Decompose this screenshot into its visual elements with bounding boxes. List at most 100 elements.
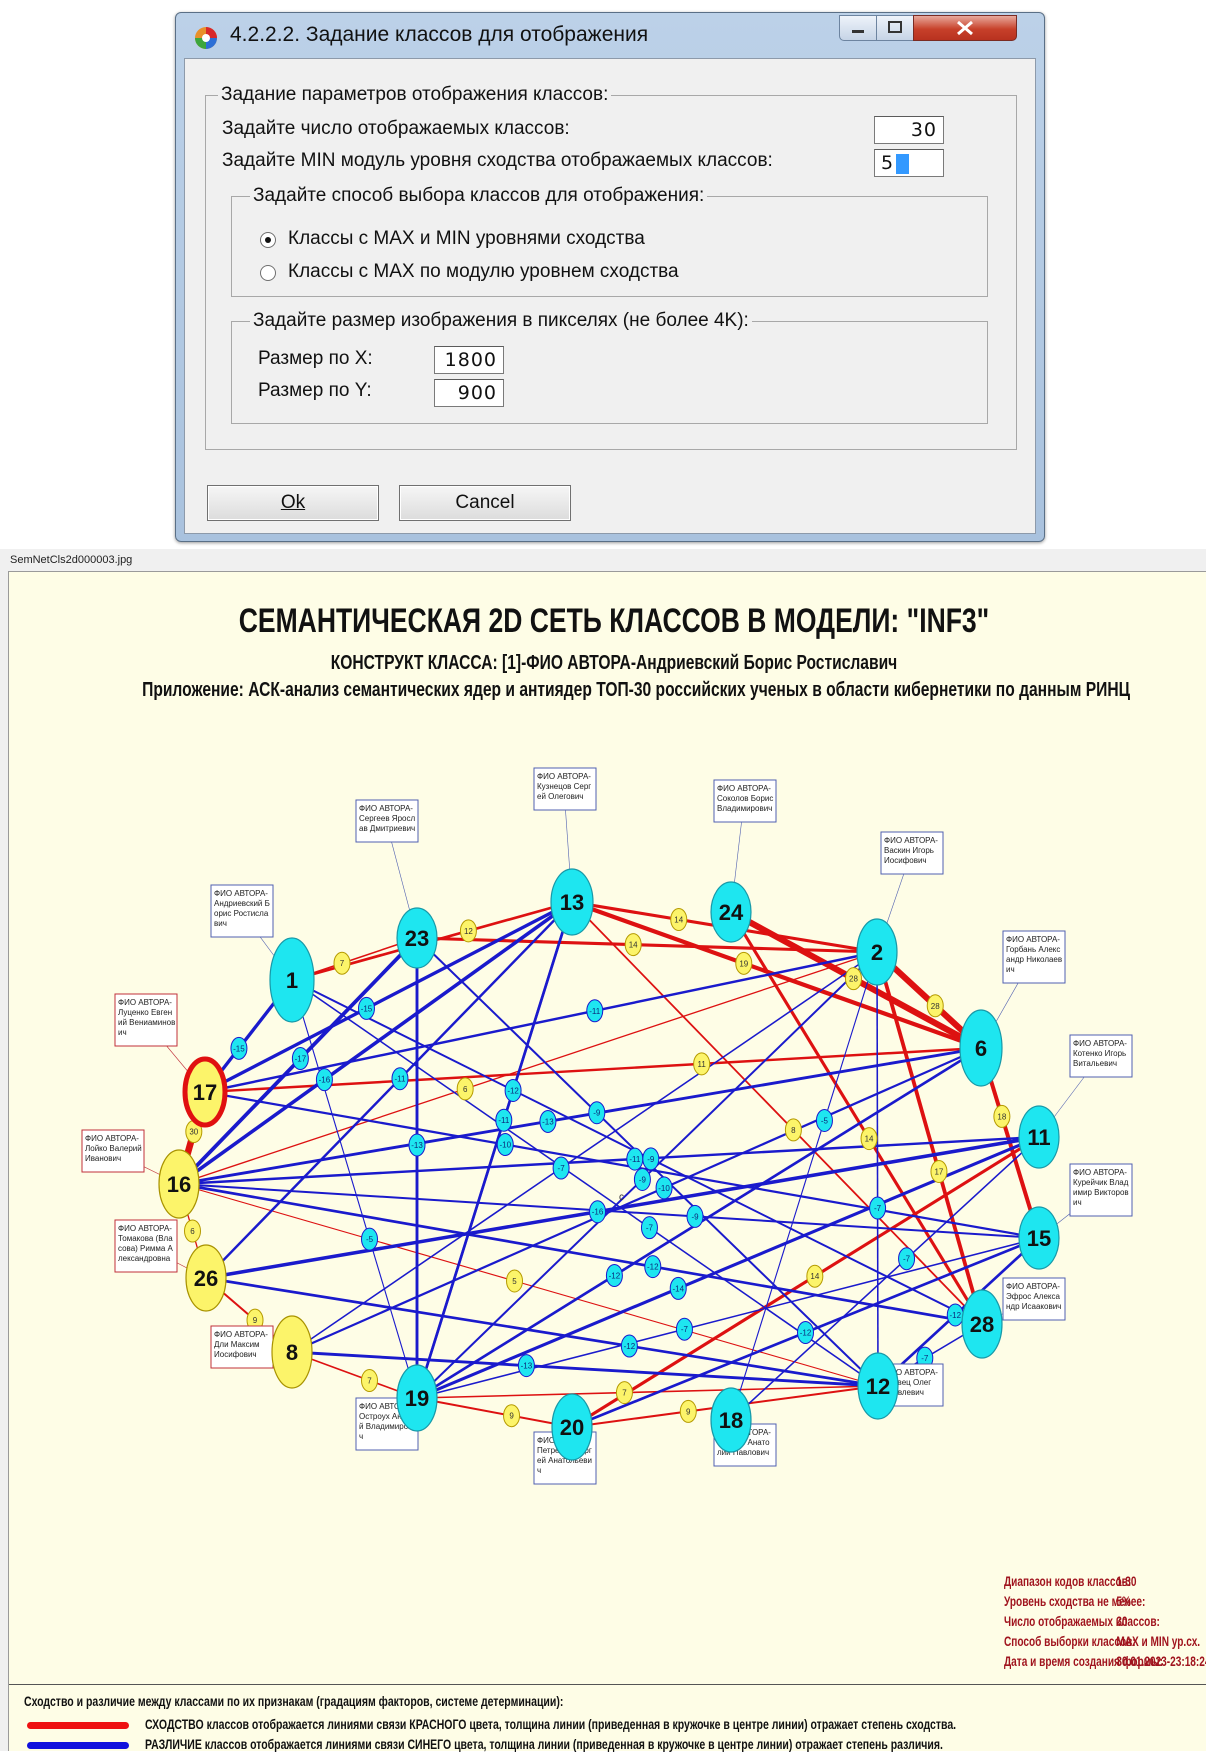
node-labels-layer: ФИО АВТОРА-Андриевский Борис Ростиславич… [81,767,1133,1485]
edge-weight-label: 6 [463,1085,468,1094]
edge-weight-label: 18 [997,1112,1006,1121]
edge-weight-label: -10 [658,1184,670,1193]
radio-max-min[interactable] [260,232,276,248]
edge-weight-label: 14 [674,916,683,925]
size-x-input[interactable]: 1800 [434,346,504,374]
title-bar[interactable]: 4.2.2.2. Задание классов для отображения [176,13,1044,57]
count-input[interactable]: 30 [874,116,944,144]
edge-weight-label: 28 [931,1002,940,1011]
edge-weight-label: 12 [464,927,473,936]
info-level: Уровень сходства не менее: 5% [1004,1593,1146,1609]
center-mark: c [619,1192,624,1203]
cancel-button[interactable]: Cancel [399,485,571,521]
edge-weight-label: 7 [340,959,345,968]
edge-weight-label: -7 [903,1255,911,1264]
radio-max-abs-label[interactable]: Классы с MAX по модулю уровнем сходства [288,261,679,283]
node-label-text: ч [359,1432,363,1441]
close-button[interactable] [913,15,1017,41]
edge-weight-label: 9 [253,1316,258,1325]
edge-weight-label: -11 [589,1007,601,1016]
node-label-text: Иванович [85,1154,121,1163]
info-count: Число отображаемых классов: 30 [1004,1613,1160,1629]
difference-edge-16-28 [178,1182,983,1326]
ok-button[interactable]: Ok [207,485,379,521]
difference-edge-17-15 [204,1090,1040,1240]
edge-weight-label: -17 [295,1055,307,1064]
method-group-legend: Задайте способ выбора классов для отобра… [250,185,708,207]
difference-edge-8-12 [291,1350,879,1388]
legend-blue-text: РАЗЛИЧИЕ классов отображается линиями св… [145,1736,943,1752]
node-label-text: ндр Исаакович [1006,1302,1061,1311]
node-label-text: ич [118,1028,127,1037]
edge-weight-label: 17 [934,1167,943,1176]
size-y-input[interactable]: 900 [434,379,504,407]
node-id-label: 16 [167,1172,191,1197]
node-label-text: ФИО АВТОРА- [717,784,771,793]
node-label-text: ФИО АВТОРА- [85,1134,139,1143]
node-id-label: 28 [970,1312,994,1337]
dialog-client-area: Задание параметров отображения классов: … [184,58,1036,534]
node-label-text: Сергеев Яросл [359,814,415,823]
edge-weight-label: -13 [521,1362,533,1371]
legend-blue-line [27,1742,129,1749]
node-id-label: 15 [1027,1226,1051,1251]
edge-weight-label: -15 [233,1044,245,1053]
edge-weight-label: -7 [681,1325,689,1334]
node-id-label: 11 [1027,1125,1050,1150]
edge-weight-label: -9 [647,1155,655,1164]
edge-weight-label: 9 [509,1412,514,1421]
maximize-button[interactable] [876,15,914,41]
edge-weight-label: -10 [499,1141,511,1150]
edge-weight-label: 6 [190,1227,195,1236]
legend-red-line [27,1722,129,1729]
semantic-network: 141928281271489 9714171830691165147-15-13… [81,767,1133,1485]
difference-edge-12-2 [876,951,879,1387]
node-id-label: 24 [719,900,744,925]
legend-red-text: СХОДСТВО классов отображается линиями св… [145,1716,957,1732]
edge-weight-label: -12 [949,1311,961,1320]
dialog-title: 4.2.2.2. Задание классов для отображения [230,23,649,46]
node-id-label: 20 [560,1415,584,1440]
edge-weight-label: 5 [512,1277,517,1286]
node-label-text: вич [214,919,227,928]
close-icon [957,20,973,36]
node-label-text: ич [1006,965,1015,974]
edge-weight-label: -5 [821,1116,829,1125]
node-label-text: ФИО АВТОРА- [537,772,591,781]
node-id-label: 6 [975,1036,987,1061]
node-id-label: 8 [286,1340,298,1365]
edge-weight-label: -7 [921,1354,929,1363]
node-id-label: 19 [405,1386,429,1411]
edge-weight-label: -11 [498,1116,510,1125]
node-label-text: ич [1073,1198,1082,1207]
edge-weight-label: -5 [366,1235,374,1244]
node-label-text: ФИО АВТОРА- [1073,1168,1127,1177]
min-level-input[interactable]: 5 [874,149,944,177]
edge-weight-label: -12 [609,1272,621,1281]
edge-weight-label: 19 [739,959,748,968]
node-label-text: Котенко Игорь [1073,1049,1126,1058]
radio-max-min-label[interactable]: Классы с MAX и MIN уровнями сходства [288,228,645,250]
edge-weight-label: -7 [874,1204,882,1213]
similarity-edge-19-20 [416,1397,573,1428]
node-label-text: ФИО АВТОРА- [1073,1039,1127,1048]
radio-max-abs[interactable] [260,265,276,281]
node-label-text: ч [537,1466,541,1475]
edge-weight-label: -16 [592,1208,604,1217]
text-cursor [896,153,910,174]
node-label-text: Иосифович [214,1350,257,1359]
similarity-edge-13-6 [571,900,982,1050]
node-label-text: Иосифович [884,856,927,865]
edge-weight-label: -14 [672,1284,684,1293]
method-group: Задайте способ выбора классов для отобра… [231,185,988,297]
minimize-button[interactable] [839,15,877,41]
node-id-label: 17 [193,1080,217,1105]
edge-weight-label: -11 [629,1155,641,1164]
params-group: Задание параметров отображения классов: … [205,84,1017,450]
count-label: Задайте число отображаемых классов: [222,118,570,139]
node-label-text: Эфрос Алекса [1006,1292,1060,1301]
node-label-text: Томакова (Вла [118,1234,173,1243]
node-label-text: ий Вениаминов [118,1018,175,1027]
node-label-text: ФИО АВТОРА- [359,804,413,813]
edge-weight-label: -11 [394,1075,406,1084]
